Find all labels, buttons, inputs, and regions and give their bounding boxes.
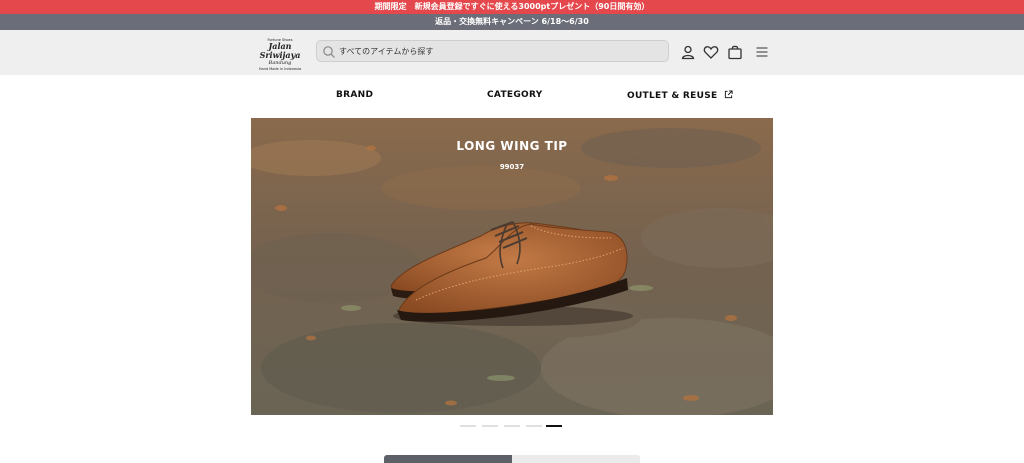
promo-banner-top-text: 期間限定 新規会員登録ですぐに使える3000ptプレゼント（90日間有効） [374, 2, 650, 11]
carousel-dot-3[interactable] [504, 425, 520, 427]
site-header: Fortune Shoes Jalan Sriwijaya Bandung Ha… [0, 30, 1024, 75]
nav-brand[interactable]: BRAND [336, 90, 373, 100]
logo-line-2: Jalan Sriwijaya [259, 41, 301, 60]
bag-icon[interactable] [727, 44, 743, 60]
carousel-dot-1[interactable] [460, 425, 476, 427]
nav-category[interactable]: CATEGORY [487, 90, 543, 100]
hero-product-code: 99037 [499, 163, 525, 171]
promo-banner-bottom[interactable]: 返品・交換無料キャンペーン 6/18〜6/30 [0, 14, 1024, 30]
heart-icon[interactable] [703, 44, 719, 60]
promo-banner-bottom-text: 返品・交換無料キャンペーン 6/18〜6/30 [435, 17, 589, 26]
carousel-dot-2[interactable] [482, 425, 498, 427]
user-icon[interactable] [680, 44, 696, 60]
tab-inactive[interactable] [512, 455, 640, 463]
logo-line-4: Hand Made in Indonesia [258, 67, 302, 71]
tab-active[interactable] [384, 455, 512, 463]
carousel-dot-4[interactable] [526, 425, 542, 427]
nav-brand-label: BRAND [336, 90, 374, 100]
search-bar [316, 40, 669, 62]
external-link-icon [724, 90, 733, 99]
carousel-dot-5[interactable] [546, 425, 562, 427]
nav-category-label: CATEGORY [487, 90, 543, 100]
brand-logo[interactable]: Fortune Shoes Jalan Sriwijaya Bandung Ha… [250, 36, 310, 71]
nav-outlet-reuse-label: OUTLET & REUSE [627, 91, 718, 101]
menu-icon[interactable] [754, 44, 770, 60]
hero-title: LONG WING TIP [456, 139, 568, 153]
nav-outlet-reuse[interactable]: OUTLET & REUSE [627, 90, 733, 101]
search-icon[interactable] [322, 45, 336, 59]
search-input[interactable] [339, 43, 659, 59]
section-tabs [384, 455, 640, 463]
promo-banner-top[interactable]: 期間限定 新規会員登録ですぐに使える3000ptプレゼント（90日間有効） [0, 0, 1024, 14]
